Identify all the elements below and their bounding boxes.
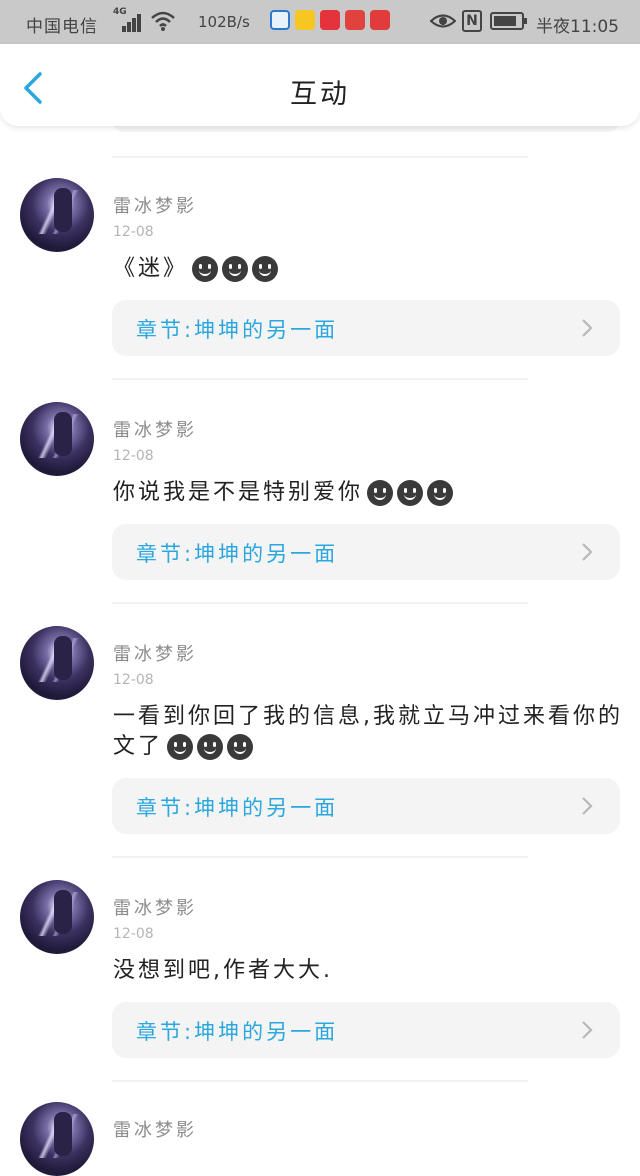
comment-author[interactable]: 雷冰梦影: [113, 1116, 197, 1142]
carrier-label: 中国电信: [26, 17, 98, 37]
comment-date: 12-08: [113, 448, 154, 464]
nfc-icon: N: [462, 10, 482, 32]
eye-icon: [430, 14, 456, 28]
comment-text: 一看到你回了我的信息,我就立马冲过来看你的文了: [113, 702, 623, 762]
status-bar: 中国电信 4G 102B/s N 半夜11:05: [0, 0, 640, 44]
comment-date: 12-08: [113, 224, 154, 240]
chapter-link-label: 章节:坤坤的另一面: [136, 318, 339, 342]
chevron-right-icon: [582, 797, 593, 815]
avatar[interactable]: [20, 1102, 94, 1176]
chapter-link-label: 章节:坤坤的另一面: [136, 542, 339, 566]
battery-icon: [490, 12, 527, 30]
comment-text: 没想到吧,作者大大.: [113, 956, 623, 986]
comment-author[interactable]: 雷冰梦影: [113, 192, 197, 218]
chapter-link-card[interactable]: 章节:坤坤的另一面: [112, 778, 620, 834]
signal-icon: [112, 8, 142, 32]
chapter-link-card[interactable]: 章节:坤坤的另一面: [112, 524, 620, 580]
grin-emoji-icon: [427, 480, 454, 506]
chapter-link-card[interactable]: 章节:坤坤的另一面: [112, 300, 620, 356]
avatar[interactable]: [20, 178, 94, 252]
avatar[interactable]: [20, 626, 94, 700]
comment-text-content: 《迷》: [113, 256, 189, 281]
avatar[interactable]: [20, 402, 94, 476]
emoji-group: [167, 734, 254, 760]
avatar[interactable]: [20, 880, 94, 954]
app-notification-icon: [295, 10, 315, 30]
page-title: 互动: [290, 79, 350, 110]
divider: [112, 856, 528, 858]
network-speed: 102B/s: [198, 13, 250, 31]
emoji-group: [367, 480, 454, 506]
comment-author[interactable]: 雷冰梦影: [113, 416, 197, 442]
wifi-icon: [151, 11, 175, 31]
grin-emoji-icon: [197, 734, 224, 760]
divider: [112, 1080, 528, 1082]
grin-emoji-icon: [167, 734, 194, 760]
chapter-link-label: 章节:坤坤的另一面: [136, 796, 339, 820]
app-notification-icon: [345, 10, 365, 30]
clock: 半夜11:05: [536, 17, 619, 37]
divider: [112, 602, 528, 604]
app-notification-icon: [270, 10, 290, 30]
comment-author[interactable]: 雷冰梦影: [113, 640, 197, 666]
chapter-link-label: 章节:坤坤的另一面: [136, 1020, 339, 1044]
comment-date: 12-08: [113, 672, 154, 688]
app-notification-icon: [320, 10, 340, 30]
comment-date: 12-08: [113, 926, 154, 942]
comment-author[interactable]: 雷冰梦影: [113, 894, 197, 920]
grin-emoji-icon: [367, 480, 394, 506]
grin-emoji-icon: [397, 480, 424, 506]
chevron-right-icon: [582, 543, 593, 561]
divider: [112, 156, 528, 158]
comment-text: 你说我是不是特别爱你: [113, 478, 623, 508]
app-header: 互动: [0, 44, 640, 126]
comment-text: 《迷》: [113, 254, 623, 284]
chapter-link-card[interactable]: 章节:坤坤的另一面: [112, 1002, 620, 1058]
comment-text-content: 没想到吧,作者大大.: [113, 958, 333, 983]
grin-emoji-icon: [252, 256, 279, 282]
divider: [112, 378, 528, 380]
grin-emoji-icon: [192, 256, 219, 282]
chevron-right-icon: [582, 1021, 593, 1039]
chevron-right-icon: [582, 319, 593, 337]
comment-text-content: 你说我是不是特别爱你: [113, 480, 364, 505]
emoji-group: [192, 256, 279, 282]
grin-emoji-icon: [227, 734, 254, 760]
grin-emoji-icon: [222, 256, 249, 282]
app-notification-icon: [370, 10, 390, 30]
notification-icons: [270, 10, 390, 30]
